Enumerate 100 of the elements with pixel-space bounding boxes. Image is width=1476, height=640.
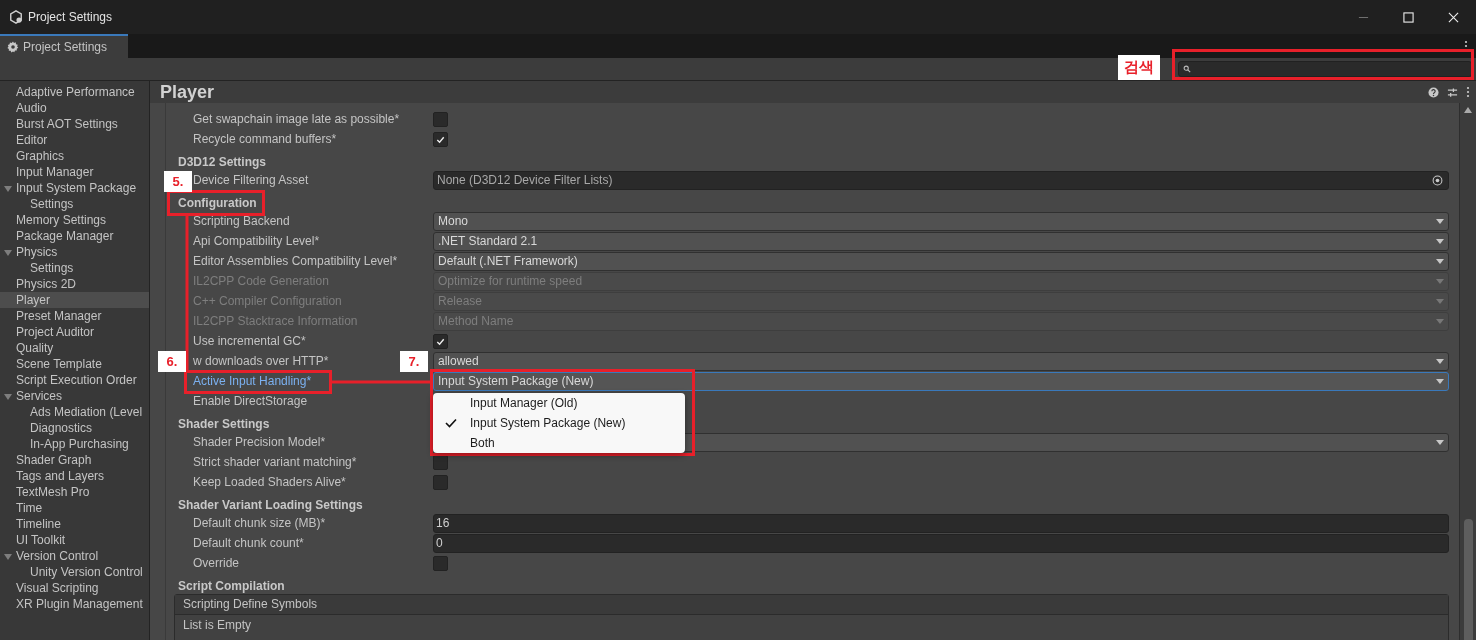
- close-button[interactable]: [1448, 11, 1459, 23]
- kebab-menu-icon[interactable]: [1466, 86, 1470, 98]
- section-header: Shader Settings: [178, 416, 270, 432]
- page-title: Player: [160, 81, 215, 103]
- caret-icon: [1436, 258, 1444, 264]
- dropdown[interactable]: Input System Package (New): [433, 371, 1449, 391]
- section-header: Shader Variant Loading Settings: [178, 497, 363, 513]
- sidebar-item[interactable]: Quality: [0, 340, 149, 356]
- field-label: Recycle command buffers*: [193, 132, 337, 146]
- sidebar-item[interactable]: Project Auditor: [0, 324, 149, 340]
- checkbox[interactable]: [433, 111, 448, 127]
- sidebar-item[interactable]: Unity Version Control: [0, 564, 149, 580]
- sidebar-item[interactable]: Preset Manager: [0, 308, 149, 324]
- field-label: Strict shader variant matching*: [193, 455, 357, 469]
- number-field[interactable]: 16: [433, 513, 1449, 533]
- caret-icon: [1436, 358, 1444, 364]
- menu-item[interactable]: Both: [433, 433, 685, 453]
- caret-icon: [1436, 278, 1444, 284]
- field-label: Use incremental GC*: [193, 334, 306, 348]
- checkbox[interactable]: [433, 333, 448, 349]
- field-label: Default chunk count*: [193, 536, 304, 550]
- field-label: w downloads over HTTP*: [193, 354, 329, 368]
- sidebar-item[interactable]: In-App Purchasing: [0, 436, 149, 452]
- check-icon: [445, 418, 457, 428]
- menu-item[interactable]: Input Manager (Old): [433, 393, 685, 413]
- sidebar-item[interactable]: Graphics: [0, 148, 149, 164]
- sidebar-item[interactable]: XR Plugin Management: [0, 596, 149, 612]
- sidebar-item[interactable]: Timeline: [0, 516, 149, 532]
- sidebar-item[interactable]: Input Manager: [0, 164, 149, 180]
- field-label: Enable DirectStorage: [193, 394, 308, 408]
- sidebar-item[interactable]: Input System Package: [0, 180, 149, 196]
- project-settings-tab[interactable]: Project Settings: [0, 34, 128, 58]
- field-label: Active Input Handling*: [193, 374, 312, 388]
- caret-icon: [1436, 218, 1444, 224]
- caret-icon: [1436, 378, 1444, 384]
- sidebar-item[interactable]: Physics 2D: [0, 276, 149, 292]
- section-header: D3D12 Settings: [178, 154, 267, 170]
- field-label: Device Filtering Asset: [193, 173, 309, 187]
- empty-list-text: List is Empty: [183, 618, 251, 632]
- dropdown[interactable]: allowed: [433, 351, 1449, 371]
- maximize-button[interactable]: [1403, 11, 1414, 23]
- field-label: Get swapchain image late as possible*: [193, 112, 400, 126]
- sidebar-item[interactable]: Settings: [0, 196, 149, 212]
- expand-triangle-icon[interactable]: [4, 249, 12, 257]
- sidebar-item[interactable]: Visual Scripting: [0, 580, 149, 596]
- dropdown[interactable]: .NET Standard 2.1: [433, 231, 1449, 251]
- annotation-label: 검색: [1118, 55, 1160, 80]
- number-field[interactable]: 0: [433, 533, 1449, 553]
- scrollbar-thumb[interactable]: [1464, 519, 1473, 640]
- sidebar-item[interactable]: Settings: [0, 260, 149, 276]
- caret-icon: [1436, 238, 1444, 244]
- sidebar-item[interactable]: Scene Template: [0, 356, 149, 372]
- sidebar-item[interactable]: Version Control: [0, 548, 149, 564]
- expand-triangle-icon[interactable]: [4, 553, 12, 561]
- sidebar-item[interactable]: Physics: [0, 244, 149, 260]
- sidebar-item[interactable]: Tags and Layers: [0, 468, 149, 484]
- sidebar-item[interactable]: Services: [0, 388, 149, 404]
- checkbox[interactable]: [433, 131, 448, 147]
- sidebar-item[interactable]: Package Manager: [0, 228, 149, 244]
- expand-triangle-icon[interactable]: [4, 393, 12, 401]
- caret-icon: [1436, 318, 1444, 324]
- sidebar-item[interactable]: Adaptive Performance: [0, 84, 149, 100]
- sidebar-item[interactable]: Editor: [0, 132, 149, 148]
- sidebar-item[interactable]: Script Execution Order: [0, 372, 149, 388]
- expand-triangle-icon[interactable]: [4, 185, 12, 193]
- sidebar-item[interactable]: Audio: [0, 100, 149, 116]
- step-label: 5.: [164, 171, 192, 192]
- help-icon[interactable]: [1428, 86, 1439, 98]
- gear-icon: [7, 41, 19, 53]
- dropdown[interactable]: Mono: [433, 211, 1449, 231]
- field-label: Scripting Backend: [193, 214, 290, 228]
- sidebar-item[interactable]: TextMesh Pro: [0, 484, 149, 500]
- object-field[interactable]: None (D3D12 Device Filter Lists): [433, 170, 1449, 190]
- search-icon: [1183, 65, 1191, 73]
- field-label: Editor Assemblies Compatibility Level*: [193, 254, 398, 268]
- step-label: 6.: [158, 351, 186, 372]
- dropdown[interactable]: Default (.NET Framework): [433, 251, 1449, 271]
- sidebar-item[interactable]: Memory Settings: [0, 212, 149, 228]
- sidebar-item[interactable]: Diagnostics: [0, 420, 149, 436]
- sidebar-item[interactable]: UI Toolkit: [0, 532, 149, 548]
- scroll-up-arrow-icon[interactable]: [1464, 107, 1472, 113]
- checkbox[interactable]: [433, 474, 448, 490]
- section-header: Configuration: [178, 195, 257, 211]
- list-header[interactable]: Scripting Define Symbols: [175, 595, 1448, 615]
- sliders-icon[interactable]: [1447, 86, 1458, 98]
- sidebar-item[interactable]: Shader Graph: [0, 452, 149, 468]
- search-field[interactable]: [1178, 61, 1472, 77]
- cube-icon: [9, 10, 23, 24]
- field-label: Keep Loaded Shaders Alive*: [193, 475, 346, 489]
- section-header: Script Compilation: [178, 578, 285, 594]
- sidebar-item[interactable]: Time: [0, 500, 149, 516]
- window-title: Project Settings: [28, 10, 113, 24]
- target-icon[interactable]: [1432, 174, 1443, 186]
- sidebar-item[interactable]: Burst AOT Settings: [0, 116, 149, 132]
- sidebar-item[interactable]: Ads Mediation (Level: [0, 404, 149, 420]
- menu-item[interactable]: Input System Package (New): [433, 413, 685, 433]
- field-label: Api Compatibility Level*: [193, 234, 320, 248]
- checkbox[interactable]: [433, 555, 448, 571]
- caret-icon: [1436, 298, 1444, 304]
- sidebar-item[interactable]: Player: [0, 292, 149, 308]
